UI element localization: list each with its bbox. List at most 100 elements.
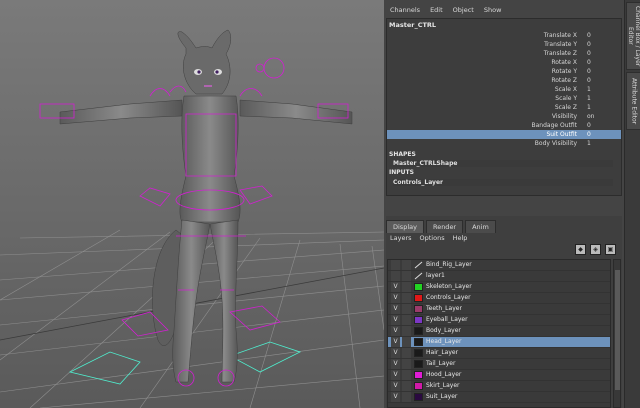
- layer-options-icon[interactable]: ▣: [605, 244, 616, 255]
- layer-color-swatch[interactable]: [414, 316, 423, 324]
- attr-row[interactable]: Translate X 0: [387, 31, 621, 40]
- layer-color-swatch[interactable]: [414, 371, 423, 379]
- attr-name: Suit Outfit: [546, 131, 577, 138]
- template-toggle[interactable]: [402, 260, 411, 270]
- tab-render[interactable]: Render: [425, 220, 464, 233]
- layer-color-swatch[interactable]: [414, 382, 423, 390]
- visibility-toggle[interactable]: V: [391, 370, 400, 380]
- template-toggle[interactable]: [402, 293, 411, 303]
- layer-row[interactable]: V Controls_Layer: [388, 293, 610, 304]
- layer-row[interactable]: V Body_Layer: [388, 326, 610, 337]
- attr-value[interactable]: 0: [587, 67, 619, 76]
- menu-show[interactable]: Show: [484, 6, 502, 18]
- attr-row[interactable]: Bandage Outfit 0: [387, 121, 621, 130]
- attr-row[interactable]: Rotate Y 0: [387, 67, 621, 76]
- attr-value[interactable]: 1: [587, 103, 619, 112]
- layer-color-swatch[interactable]: [414, 283, 423, 291]
- layer-name: Skirt_Layer: [426, 382, 460, 389]
- tab-channel-box-layer-editor[interactable]: Channel Box / Layer Editor: [626, 2, 640, 70]
- visibility-toggle[interactable]: V: [391, 293, 400, 303]
- template-toggle[interactable]: [402, 304, 411, 314]
- template-toggle[interactable]: [402, 348, 411, 358]
- layer-row[interactable]: V Suit_Layer: [388, 392, 610, 403]
- layer-row[interactable]: V Tail_Layer: [388, 359, 610, 370]
- visibility-toggle[interactable]: V: [391, 304, 400, 314]
- template-toggle[interactable]: [402, 337, 411, 347]
- menu-channels[interactable]: Channels: [390, 6, 420, 18]
- layer-row-selected[interactable]: V Head_Layer: [388, 337, 610, 348]
- attr-value[interactable]: 0: [587, 130, 619, 139]
- visibility-toggle[interactable]: V: [391, 359, 400, 369]
- visibility-toggle[interactable]: V: [391, 282, 400, 292]
- template-toggle[interactable]: [402, 392, 411, 402]
- scrollbar-thumb[interactable]: [615, 270, 620, 390]
- attr-value[interactable]: 1: [587, 139, 619, 148]
- new-layer-icon[interactable]: ◆: [575, 244, 586, 255]
- visibility-toggle[interactable]: V: [391, 381, 400, 391]
- attr-row[interactable]: Translate Z 0: [387, 49, 621, 58]
- attr-value[interactable]: 0: [587, 121, 619, 130]
- layer-name: Teeth_Layer: [426, 305, 462, 312]
- tab-attribute-editor[interactable]: Attribute Editor: [626, 72, 640, 130]
- attr-value[interactable]: 1: [587, 85, 619, 94]
- visibility-toggle[interactable]: V: [391, 315, 400, 325]
- layer-row[interactable]: V Hood_Layer: [388, 370, 610, 381]
- attr-value[interactable]: 0: [587, 76, 619, 85]
- attr-value[interactable]: 0: [587, 49, 619, 58]
- attr-row[interactable]: Scale Z 1: [387, 103, 621, 112]
- tab-anim[interactable]: Anim: [465, 220, 496, 233]
- layer-color-swatch[interactable]: [414, 360, 423, 368]
- menu-options[interactable]: Options: [420, 234, 445, 242]
- attr-row-selected[interactable]: Suit Outfit 0: [387, 130, 621, 139]
- attr-row[interactable]: Translate Y 0: [387, 40, 621, 49]
- template-toggle[interactable]: [402, 370, 411, 380]
- visibility-toggle[interactable]: V: [391, 348, 400, 358]
- layer-row[interactable]: V Skirt_Layer: [388, 381, 610, 392]
- layer-row[interactable]: Bind_Rig_Layer: [388, 260, 610, 271]
- attr-row[interactable]: Visibility on: [387, 112, 621, 121]
- shape-node[interactable]: Master_CTRLShape: [393, 160, 613, 167]
- layer-color-swatch[interactable]: [414, 294, 423, 302]
- node-name[interactable]: Master_CTRL: [389, 21, 436, 29]
- menu-help[interactable]: Help: [453, 234, 468, 242]
- attr-row[interactable]: Scale Y 1: [387, 94, 621, 103]
- input-node[interactable]: Controls_Layer: [393, 179, 613, 186]
- layer-color-swatch[interactable]: [414, 327, 423, 335]
- layer-row[interactable]: layer1: [388, 271, 610, 282]
- attr-value[interactable]: 0: [587, 31, 619, 40]
- attr-row[interactable]: Body Visibility 1: [387, 139, 621, 148]
- template-toggle[interactable]: [402, 271, 411, 281]
- layer-row[interactable]: V Skeleton_Layer: [388, 282, 610, 293]
- template-toggle[interactable]: [402, 381, 411, 391]
- visibility-toggle[interactable]: V: [391, 337, 400, 347]
- layer-row[interactable]: V Teeth_Layer: [388, 304, 610, 315]
- layer-row[interactable]: V Eyeball_Layer: [388, 315, 610, 326]
- attr-row[interactable]: Rotate X 0: [387, 58, 621, 67]
- template-toggle[interactable]: [402, 315, 411, 325]
- layer-color-swatch[interactable]: [414, 349, 423, 357]
- menu-layers[interactable]: Layers: [390, 234, 412, 242]
- menu-object[interactable]: Object: [453, 6, 474, 18]
- 3d-viewport[interactable]: [0, 0, 384, 408]
- layer-color-swatch[interactable]: [414, 338, 423, 346]
- tab-display[interactable]: Display: [386, 220, 424, 233]
- layer-color-swatch[interactable]: [414, 393, 423, 401]
- attr-value[interactable]: on: [587, 112, 619, 121]
- visibility-toggle[interactable]: [391, 260, 400, 270]
- visibility-toggle[interactable]: V: [391, 392, 400, 402]
- menu-edit[interactable]: Edit: [430, 6, 443, 18]
- template-toggle[interactable]: [402, 359, 411, 369]
- attr-value[interactable]: 0: [587, 40, 619, 49]
- layer-list-scrollbar[interactable]: [613, 259, 621, 408]
- template-toggle[interactable]: [402, 282, 411, 292]
- template-toggle[interactable]: [402, 326, 411, 336]
- new-layer-selected-icon[interactable]: ◈: [590, 244, 601, 255]
- attr-row[interactable]: Rotate Z 0: [387, 76, 621, 85]
- attr-value[interactable]: 0: [587, 58, 619, 67]
- visibility-toggle[interactable]: V: [391, 326, 400, 336]
- layer-row[interactable]: V Hair_Layer: [388, 348, 610, 359]
- attr-row[interactable]: Scale X 1: [387, 85, 621, 94]
- attr-value[interactable]: 1: [587, 94, 619, 103]
- visibility-toggle[interactable]: [391, 271, 400, 281]
- layer-color-swatch[interactable]: [414, 305, 423, 313]
